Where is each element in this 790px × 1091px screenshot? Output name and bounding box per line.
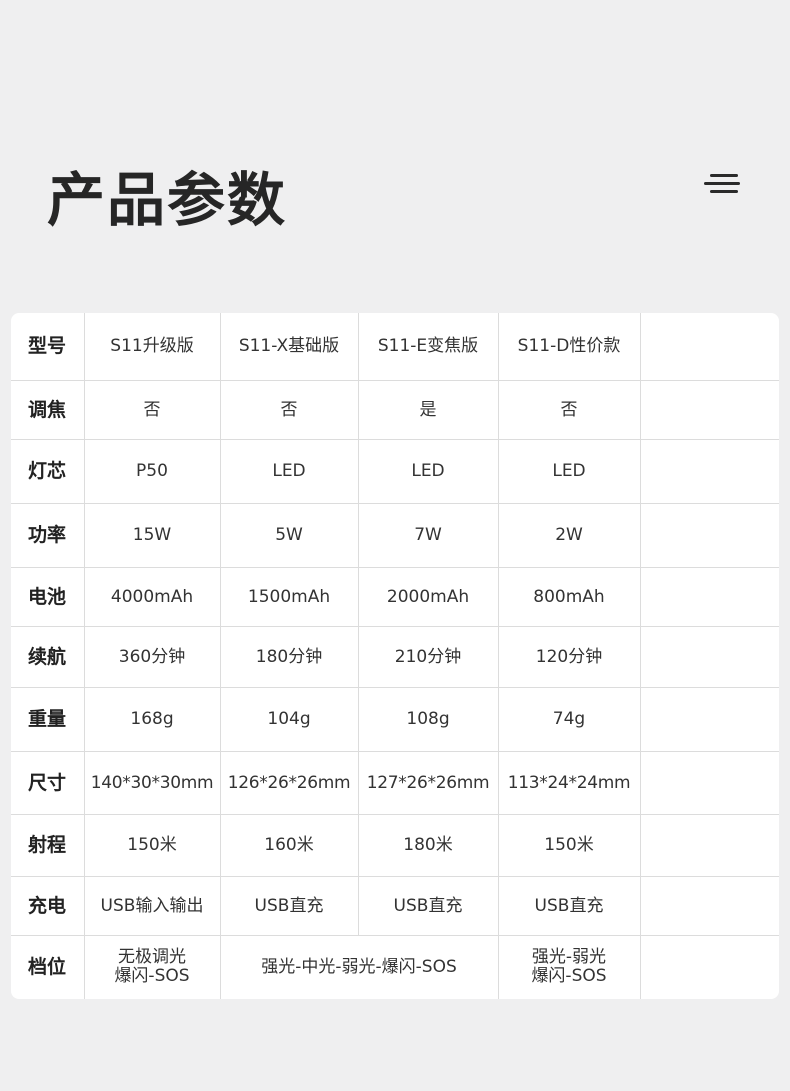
table-cell: USB直充 — [358, 876, 499, 936]
table-cell: 210分钟 — [358, 626, 499, 688]
table-cell: 是 — [358, 380, 499, 440]
table-row-weight: 重量 168g 104g 108g 74g — [11, 687, 779, 752]
table-cell: 7W — [358, 503, 499, 568]
table-cell-empty — [640, 380, 779, 440]
table-cell: 360分钟 — [84, 626, 221, 688]
table-cell-empty — [640, 687, 779, 752]
table-cell: 否 — [498, 380, 641, 440]
row-label: 电池 — [11, 567, 85, 627]
table-cell: 否 — [84, 380, 221, 440]
row-label: 尺寸 — [11, 751, 85, 815]
table-cell: USB直充 — [498, 876, 641, 936]
row-label: 射程 — [11, 814, 85, 877]
table-cell-empty — [640, 876, 779, 936]
table-cell: S11-E变焦版 — [358, 313, 499, 381]
table-cell: 5W — [220, 503, 359, 568]
table-cell: 1500mAh — [220, 567, 359, 627]
table-row-model: 型号 S11升级版 S11-X基础版 S11-E变焦版 S11-D性价款 — [11, 313, 779, 381]
table-cell: 150米 — [498, 814, 641, 877]
table-cell: 无极调光 爆闪-SOS — [84, 935, 221, 999]
menu-icon-line — [704, 182, 740, 185]
table-cell: LED — [220, 439, 359, 504]
table-row-modes: 档位 无极调光 爆闪-SOS 强光-中光-弱光-爆闪-SOS 强光-弱光 爆闪-… — [11, 935, 779, 999]
table-cell: 126*26*26mm — [220, 751, 359, 815]
table-cell: S11升级版 — [84, 313, 221, 381]
table-cell: 104g — [220, 687, 359, 752]
table-cell: 108g — [358, 687, 499, 752]
table-cell: 160米 — [220, 814, 359, 877]
table-row-charging: 充电 USB输入输出 USB直充 USB直充 USB直充 — [11, 876, 779, 936]
table-cell: 强光-中光-弱光-爆闪-SOS — [220, 935, 499, 999]
row-label: 充电 — [11, 876, 85, 936]
row-label: 灯芯 — [11, 439, 85, 504]
table-cell: 800mAh — [498, 567, 641, 627]
menu-icon[interactable] — [704, 174, 740, 196]
row-label: 续航 — [11, 626, 85, 688]
table-cell: 150米 — [84, 814, 221, 877]
table-row-size: 尺寸 140*30*30mm 126*26*26mm 127*26*26mm 1… — [11, 751, 779, 815]
table-cell-empty — [640, 626, 779, 688]
table-cell: 120分钟 — [498, 626, 641, 688]
table-cell: P50 — [84, 439, 221, 504]
table-cell: 180米 — [358, 814, 499, 877]
table-row-power: 功率 15W 5W 7W 2W — [11, 503, 779, 568]
table-cell: 140*30*30mm — [84, 751, 221, 815]
spec-table: 型号 S11升级版 S11-X基础版 S11-E变焦版 S11-D性价款 调焦 … — [11, 313, 779, 999]
table-cell: 4000mAh — [84, 567, 221, 627]
table-row-led: 灯芯 P50 LED LED LED — [11, 439, 779, 504]
table-cell: 否 — [220, 380, 359, 440]
table-cell: 2W — [498, 503, 641, 568]
table-cell: 2000mAh — [358, 567, 499, 627]
table-cell-empty — [640, 814, 779, 877]
table-cell: 74g — [498, 687, 641, 752]
table-cell: 127*26*26mm — [358, 751, 499, 815]
row-label: 功率 — [11, 503, 85, 568]
page-title: 产品参数 — [47, 166, 288, 234]
table-cell: LED — [498, 439, 641, 504]
row-label: 调焦 — [11, 380, 85, 440]
menu-icon-line — [710, 190, 738, 193]
table-cell: 168g — [84, 687, 221, 752]
menu-icon-line — [710, 174, 738, 177]
table-cell: 强光-弱光 爆闪-SOS — [498, 935, 641, 999]
table-cell-empty — [640, 567, 779, 627]
row-label: 重量 — [11, 687, 85, 752]
table-cell: LED — [358, 439, 499, 504]
table-cell: USB直充 — [220, 876, 359, 936]
table-cell: S11-D性价款 — [498, 313, 641, 381]
table-row-battery: 电池 4000mAh 1500mAh 2000mAh 800mAh — [11, 567, 779, 627]
table-cell: 180分钟 — [220, 626, 359, 688]
table-cell: 113*24*24mm — [498, 751, 641, 815]
spec-table-card: 型号 S11升级版 S11-X基础版 S11-E变焦版 S11-D性价款 调焦 … — [11, 313, 779, 999]
table-cell-empty — [640, 503, 779, 568]
table-cell-empty — [640, 313, 779, 381]
table-cell: S11-X基础版 — [220, 313, 359, 381]
table-cell: 15W — [84, 503, 221, 568]
table-cell: USB输入输出 — [84, 876, 221, 936]
row-label: 档位 — [11, 935, 85, 999]
table-cell-empty — [640, 751, 779, 815]
table-cell-empty — [640, 439, 779, 504]
table-row-runtime: 续航 360分钟 180分钟 210分钟 120分钟 — [11, 626, 779, 688]
table-cell-empty — [640, 935, 779, 999]
row-label: 型号 — [11, 313, 85, 381]
table-row-focus: 调焦 否 否 是 否 — [11, 380, 779, 440]
table-row-range: 射程 150米 160米 180米 150米 — [11, 814, 779, 877]
